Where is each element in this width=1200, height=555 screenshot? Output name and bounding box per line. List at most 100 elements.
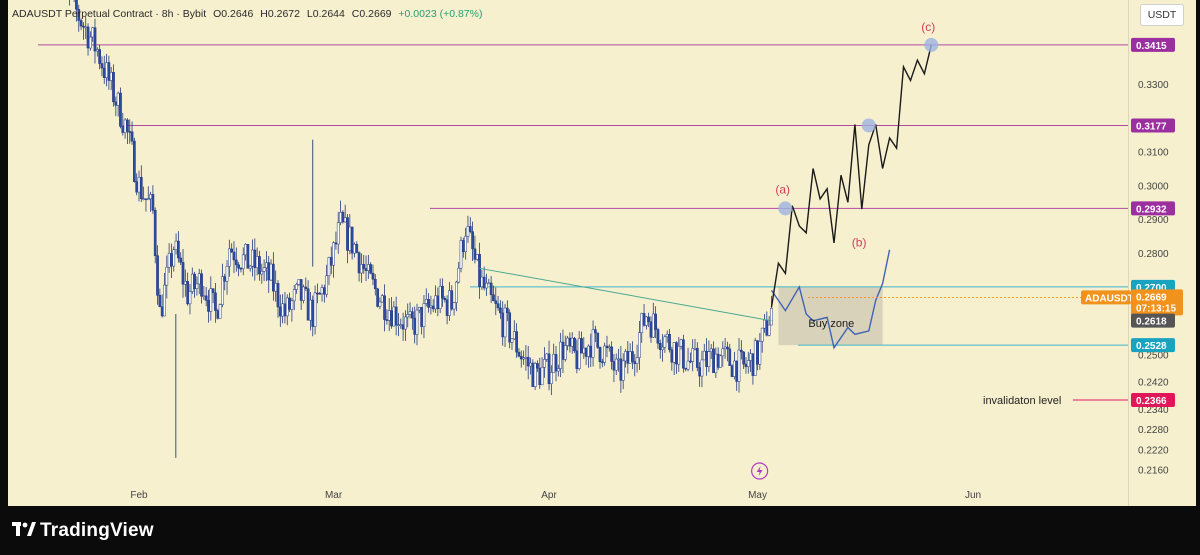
candle bbox=[649, 316, 653, 343]
price-chart[interactable]: invalidaton level (a) (b) (c) Buy zone 0.3300… bbox=[8, 0, 1196, 506]
candle-body bbox=[737, 349, 741, 382]
candle-body bbox=[503, 307, 507, 338]
candle bbox=[128, 119, 132, 144]
candle bbox=[288, 292, 291, 313]
candle-body bbox=[420, 307, 423, 327]
candle bbox=[459, 236, 463, 273]
candle-body bbox=[654, 313, 657, 330]
candle bbox=[452, 301, 456, 316]
candle-body bbox=[531, 362, 535, 387]
level-0.2932-badge-text: 0.2932 bbox=[1136, 204, 1167, 215]
candle-body bbox=[721, 348, 725, 357]
candle bbox=[348, 214, 352, 255]
candle-body bbox=[573, 337, 576, 352]
candle bbox=[209, 276, 213, 321]
candle-body bbox=[357, 252, 361, 274]
candle-body bbox=[93, 27, 97, 52]
candle-body bbox=[218, 304, 222, 319]
candle-body bbox=[656, 329, 660, 344]
candle bbox=[102, 55, 106, 84]
candle-body bbox=[276, 283, 280, 308]
candle-body bbox=[105, 62, 108, 78]
candle bbox=[559, 332, 562, 378]
candle bbox=[561, 329, 565, 373]
candle bbox=[422, 294, 426, 339]
candle-body bbox=[638, 332, 641, 358]
candle-body bbox=[603, 345, 606, 363]
candle bbox=[475, 253, 479, 261]
invalidation-label: invalidaton level bbox=[983, 395, 1061, 407]
candle-body bbox=[441, 285, 444, 299]
candle-body bbox=[600, 361, 604, 364]
candle bbox=[195, 276, 199, 296]
candle-body bbox=[675, 342, 678, 365]
candle bbox=[647, 312, 651, 328]
candle-body bbox=[295, 284, 298, 290]
candle bbox=[506, 300, 509, 322]
candle bbox=[197, 268, 201, 295]
candle-body bbox=[598, 347, 602, 363]
candle bbox=[341, 210, 345, 224]
candle-body bbox=[693, 347, 697, 350]
candle bbox=[343, 204, 347, 223]
candle-body bbox=[702, 350, 706, 361]
candle-body bbox=[332, 242, 335, 266]
candle bbox=[577, 331, 581, 371]
candle bbox=[626, 340, 630, 374]
trendline bbox=[479, 267, 772, 322]
y-tick-label: 0.2420 bbox=[1138, 378, 1169, 389]
candle-body bbox=[677, 345, 681, 365]
candle-body bbox=[209, 288, 213, 312]
candle bbox=[600, 358, 604, 368]
secondary-price-text: 0.2618 bbox=[1136, 317, 1167, 328]
y-tick-label: 0.3100 bbox=[1138, 148, 1169, 159]
candle-body bbox=[123, 119, 127, 133]
candle-body bbox=[179, 257, 183, 263]
candle-body bbox=[327, 257, 331, 277]
candle-body bbox=[614, 358, 618, 371]
candle-body bbox=[339, 211, 342, 223]
candle-body bbox=[665, 334, 669, 338]
candle-body bbox=[647, 316, 651, 323]
candle bbox=[529, 357, 532, 375]
candle-body bbox=[367, 264, 370, 271]
candle bbox=[598, 346, 602, 369]
currency-button[interactable]: USDT bbox=[1140, 4, 1184, 26]
candle-body bbox=[730, 365, 734, 377]
wave-label-2: (c) bbox=[921, 20, 935, 34]
candle-body bbox=[619, 358, 623, 381]
candle bbox=[151, 185, 155, 214]
candle-body bbox=[744, 363, 748, 368]
candle bbox=[290, 297, 294, 322]
candle bbox=[510, 338, 514, 350]
candle-body bbox=[362, 264, 366, 269]
symbol-title[interactable]: ADAUSDT Perpetual Contract · 8h · Bybit bbox=[12, 8, 206, 20]
candle bbox=[332, 241, 335, 278]
candle-body bbox=[265, 262, 268, 269]
candle-body bbox=[288, 297, 291, 310]
x-tick-label: Jun bbox=[965, 490, 981, 501]
tradingview-frame: invalidaton level (a) (b) (c) Buy zone 0.3300… bbox=[0, 0, 1200, 555]
candle bbox=[633, 354, 637, 377]
candle-body bbox=[645, 316, 648, 326]
candle bbox=[466, 215, 470, 243]
candle-body bbox=[689, 360, 692, 363]
candle bbox=[658, 339, 662, 359]
candle bbox=[552, 343, 556, 373]
candle bbox=[408, 302, 412, 319]
candle-body bbox=[563, 345, 567, 360]
candle-body bbox=[501, 312, 505, 338]
candle-body bbox=[679, 339, 683, 347]
candle bbox=[86, 23, 90, 56]
candle bbox=[512, 320, 516, 341]
candle bbox=[438, 278, 442, 314]
candle-body bbox=[413, 317, 417, 335]
chart-area[interactable]: invalidaton level (a) (b) (c) Buy zone 0.3300… bbox=[8, 0, 1196, 506]
candle bbox=[473, 235, 477, 264]
candle-body bbox=[480, 276, 484, 287]
candle bbox=[202, 286, 206, 301]
candle-body bbox=[640, 313, 644, 333]
candle bbox=[170, 243, 173, 279]
candle bbox=[156, 245, 159, 305]
candle-body bbox=[457, 267, 461, 283]
